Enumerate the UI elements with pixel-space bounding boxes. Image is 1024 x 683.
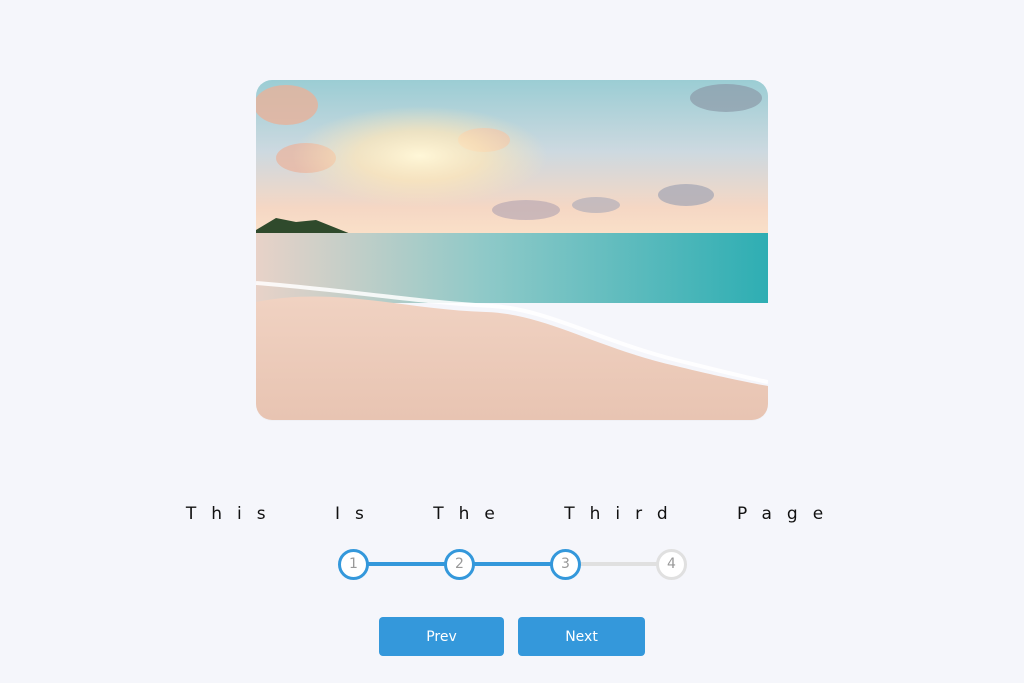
step-1: 1 <box>338 549 369 580</box>
step-connector-2-3 <box>472 562 553 566</box>
next-button[interactable]: Next <box>518 617 645 656</box>
step-progress: 1 2 3 4 <box>338 549 688 580</box>
hero-image <box>256 80 768 420</box>
step-connector-3-4 <box>578 562 659 566</box>
step-connector-1-2 <box>366 562 447 566</box>
page-title: This Is The Third Page <box>185 504 839 524</box>
step-2: 2 <box>444 549 475 580</box>
step-3: 3 <box>550 549 581 580</box>
prev-button[interactable]: Prev <box>379 617 504 656</box>
step-4: 4 <box>656 549 687 580</box>
